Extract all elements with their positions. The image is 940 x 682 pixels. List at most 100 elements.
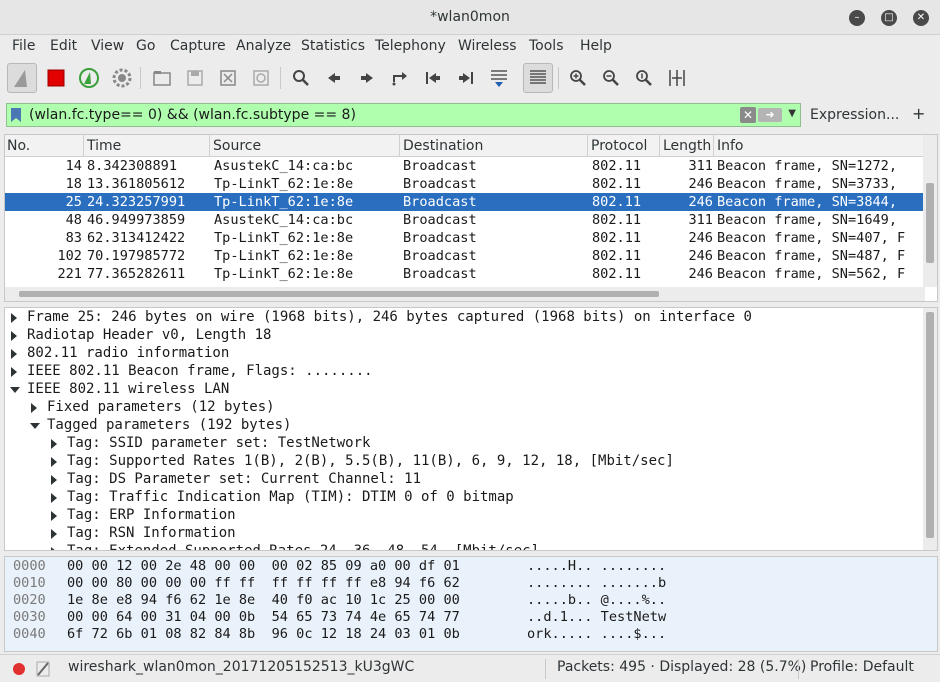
resize-columns-button[interactable] xyxy=(662,63,692,93)
capture-options-button[interactable] xyxy=(107,63,137,93)
details-tree-item[interactable]: Tagged parameters (192 bytes) xyxy=(5,417,937,435)
close-button[interactable]: ✕ xyxy=(913,10,929,26)
find-packet-button[interactable] xyxy=(286,63,316,93)
table-row[interactable]: 102 70.197985772 Tp-LinkT_62:1e:8e Broad… xyxy=(5,247,925,265)
chevron-right-icon[interactable] xyxy=(51,457,57,467)
close-file-button[interactable] xyxy=(213,63,243,93)
table-row[interactable]: 18 13.361805612 Tp-LinkT_62:1e:8e Broadc… xyxy=(5,175,925,193)
clear-filter-icon[interactable]: ✕ xyxy=(740,107,756,123)
details-tree-item[interactable]: Radiotap Header v0, Length 18 xyxy=(5,327,937,345)
menu-analyze[interactable]: Analyze xyxy=(236,38,291,54)
go-to-packet-button[interactable] xyxy=(385,63,415,93)
chevron-down-icon[interactable] xyxy=(10,387,20,393)
go-previous-button[interactable] xyxy=(319,63,349,93)
expert-info-icon[interactable] xyxy=(12,662,26,676)
apply-filter-icon[interactable]: ➜ xyxy=(758,108,782,122)
chevron-right-icon[interactable] xyxy=(51,529,57,539)
details-tree-item[interactable]: Tag: Traffic Indication Map (TIM): DTIM … xyxy=(5,489,937,507)
table-row[interactable]: 221 77.365282611 Tp-LinkT_62:1e:8e Broad… xyxy=(5,265,925,283)
menu-statistics[interactable]: Statistics xyxy=(301,38,365,54)
column-header-no[interactable]: No. xyxy=(7,138,30,154)
packet-list-vscrollbar[interactable] xyxy=(923,135,937,287)
scroll-thumb[interactable] xyxy=(926,183,934,263)
details-tree-item[interactable]: Tag: Supported Rates 1(B), 2(B), 5.5(B),… xyxy=(5,453,937,471)
hex-row[interactable]: 0020 1e 8e e8 94 f6 62 1e 8e 40 f0 ac 10 … xyxy=(5,592,937,609)
maximize-button[interactable]: □ xyxy=(881,10,897,26)
chevron-right-icon[interactable] xyxy=(11,313,17,323)
chevron-right-icon[interactable] xyxy=(31,403,37,413)
open-file-button[interactable] xyxy=(147,63,177,93)
column-header-length[interactable]: Length xyxy=(663,138,711,154)
go-first-button[interactable] xyxy=(418,63,448,93)
menu-tools[interactable]: Tools xyxy=(529,38,564,54)
zoom-normal-button[interactable] xyxy=(629,63,659,93)
packet-list-hscrollbar[interactable] xyxy=(5,287,925,301)
details-vscrollbar[interactable] xyxy=(923,308,937,550)
column-header-protocol[interactable]: Protocol xyxy=(591,138,647,154)
packet-list[interactable]: No. Time Source Destination Protocol Len… xyxy=(4,134,938,302)
minimize-button[interactable]: – xyxy=(849,10,865,26)
chevron-right-icon[interactable] xyxy=(51,511,57,521)
column-header-time[interactable]: Time xyxy=(87,138,121,154)
start-capture-button[interactable] xyxy=(7,63,37,93)
hex-row[interactable]: 0010 00 00 80 00 00 00 ff ff ff ff ff ff … xyxy=(5,575,937,592)
column-header-destination[interactable]: Destination xyxy=(403,138,483,154)
add-filter-button[interactable]: + xyxy=(912,104,925,123)
save-file-button[interactable] xyxy=(180,63,210,93)
colorize-button[interactable] xyxy=(523,63,553,93)
chevron-right-icon[interactable] xyxy=(11,349,17,359)
menu-help[interactable]: Help xyxy=(580,38,612,54)
chevron-right-icon[interactable] xyxy=(51,547,57,550)
details-tree-item[interactable]: Tag: ERP Information xyxy=(5,507,937,525)
expression-button[interactable]: Expression... xyxy=(810,107,899,123)
menu-edit[interactable]: Edit xyxy=(50,38,77,54)
details-tree-item[interactable]: Tag: Extended Supported Rates 24, 36, 48… xyxy=(5,543,937,550)
menu-wireless[interactable]: Wireless xyxy=(458,38,517,54)
menu-go[interactable]: Go xyxy=(136,38,155,54)
menu-telephony[interactable]: Telephony xyxy=(375,38,446,54)
autoscroll-button[interactable] xyxy=(484,63,514,93)
hex-row[interactable]: 0040 6f 72 6b 01 08 82 84 8b 96 0c 12 18 … xyxy=(5,626,937,643)
zoom-in-button[interactable] xyxy=(563,63,593,93)
hex-row[interactable]: 0000 00 00 12 00 2e 48 00 00 00 02 85 09 … xyxy=(5,558,937,575)
stop-capture-button[interactable] xyxy=(41,63,71,93)
display-filter-input[interactable]: (wlan.fc.type== 0) && (wlan.fc.subtype =… xyxy=(6,103,801,127)
packet-details[interactable]: Frame 25: 246 bytes on wire (1968 bits),… xyxy=(4,307,938,551)
comment-icon[interactable] xyxy=(36,661,50,677)
bookmark-icon[interactable] xyxy=(10,107,22,123)
scroll-thumb[interactable] xyxy=(19,291,659,297)
details-tree-item[interactable]: Tag: DS Parameter set: Current Channel: … xyxy=(5,471,937,489)
scroll-thumb[interactable] xyxy=(926,312,934,538)
details-tree-item[interactable]: 802.11 radio information xyxy=(5,345,937,363)
chevron-down-icon[interactable] xyxy=(30,423,40,429)
details-tree-item[interactable]: Fixed parameters (12 bytes) xyxy=(5,399,937,417)
chevron-down-icon[interactable]: ▼ xyxy=(788,108,796,119)
table-row[interactable]: 83 62.313412422 Tp-LinkT_62:1e:8e Broadc… xyxy=(5,229,925,247)
chevron-right-icon[interactable] xyxy=(51,439,57,449)
details-tree-item[interactable]: IEEE 802.11 Beacon frame, Flags: .......… xyxy=(5,363,937,381)
details-tree-item[interactable]: Tag: RSN Information xyxy=(5,525,937,543)
table-row[interactable]: 14 8.342308891 AsustekC_14:ca:bc Broadca… xyxy=(5,157,925,175)
details-tree-item[interactable]: Tag: SSID parameter set: TestNetwork xyxy=(5,435,937,453)
menu-capture[interactable]: Capture xyxy=(170,38,226,54)
zoom-out-button[interactable] xyxy=(596,63,626,93)
reload-file-button[interactable] xyxy=(246,63,276,93)
restart-capture-button[interactable] xyxy=(74,63,104,93)
chevron-right-icon[interactable] xyxy=(11,367,17,377)
table-row[interactable]: 48 46.949973859 AsustekC_14:ca:bc Broadc… xyxy=(5,211,925,229)
profile-label[interactable]: Profile: Default xyxy=(810,659,914,675)
packet-bytes[interactable]: 0000 00 00 12 00 2e 48 00 00 00 02 85 09 … xyxy=(4,556,938,652)
menu-view[interactable]: View xyxy=(91,38,124,54)
details-tree-item[interactable]: Frame 25: 246 bytes on wire (1968 bits),… xyxy=(5,309,937,327)
column-header-source[interactable]: Source xyxy=(213,138,261,154)
chevron-right-icon[interactable] xyxy=(11,331,17,341)
menu-file[interactable]: File xyxy=(12,38,35,54)
column-header-info[interactable]: Info xyxy=(717,138,744,154)
details-tree-item[interactable]: IEEE 802.11 wireless LAN xyxy=(5,381,937,399)
chevron-right-icon[interactable] xyxy=(51,493,57,503)
table-row-selected[interactable]: 25 24.323257991 Tp-LinkT_62:1e:8e Broadc… xyxy=(5,193,925,211)
hex-row[interactable]: 0030 00 00 64 00 31 04 00 0b 54 65 73 74 … xyxy=(5,609,937,626)
chevron-right-icon[interactable] xyxy=(51,475,57,485)
go-last-button[interactable] xyxy=(451,63,481,93)
go-next-button[interactable] xyxy=(352,63,382,93)
